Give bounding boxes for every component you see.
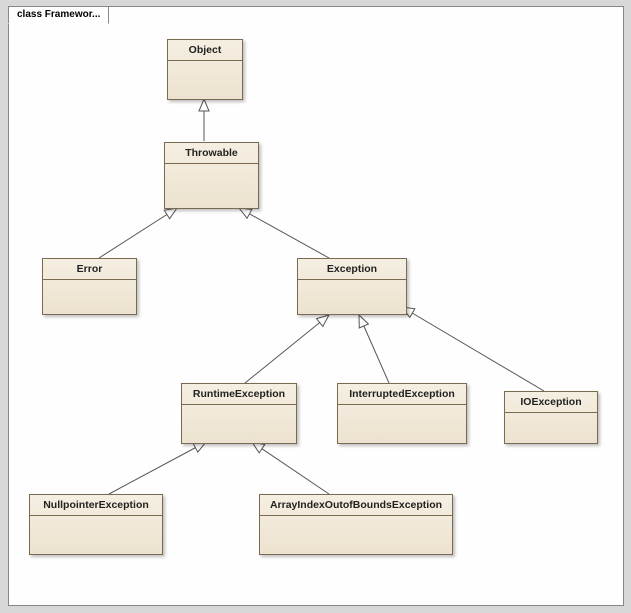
class-ioexception-body xyxy=(505,413,597,443)
class-object: Object xyxy=(167,39,243,100)
class-runtime: RuntimeException xyxy=(181,383,297,444)
class-arrayindex-body xyxy=(260,516,452,554)
class-nullpointer-name: NullpointerException xyxy=(30,495,162,516)
class-runtime-name: RuntimeException xyxy=(182,384,296,405)
class-arrayindex-name: ArrayIndexOutofBoundsException xyxy=(260,495,452,516)
class-object-body xyxy=(168,61,242,99)
class-interrupted-body xyxy=(338,405,466,443)
gen-interrupted-exception xyxy=(359,315,389,383)
diagram-title: class Framewor... xyxy=(17,9,100,20)
gen-arrayindex-runtime xyxy=(252,442,329,494)
class-interrupted: InterruptedException xyxy=(337,383,467,444)
class-object-name: Object xyxy=(168,40,242,61)
class-exception-body xyxy=(298,280,406,314)
class-error: Error xyxy=(42,258,137,315)
gen-error-throwable xyxy=(99,208,177,258)
class-ioexception-name: IOException xyxy=(505,392,597,413)
class-interrupted-name: InterruptedException xyxy=(338,384,466,405)
class-exception: Exception xyxy=(297,258,407,315)
class-error-name: Error xyxy=(43,259,136,280)
class-throwable-body xyxy=(165,164,258,208)
diagram-frame: class Framewor... Object Throwable xyxy=(8,6,624,606)
class-throwable-name: Throwable xyxy=(165,143,258,164)
class-nullpointer: NullpointerException xyxy=(29,494,163,555)
gen-exception-throwable xyxy=(239,208,329,258)
class-throwable: Throwable xyxy=(164,142,259,209)
class-runtime-body xyxy=(182,405,296,443)
class-arrayindex: ArrayIndexOutofBoundsException xyxy=(259,494,453,555)
gen-ioexception-exception xyxy=(402,307,544,391)
diagram-tab: class Framewor... xyxy=(8,6,109,24)
class-error-body xyxy=(43,280,136,314)
class-ioexception: IOException xyxy=(504,391,598,444)
class-nullpointer-body xyxy=(30,516,162,554)
gen-nullpointer-runtime xyxy=(109,442,206,494)
gen-runtime-exception xyxy=(245,315,329,383)
class-exception-name: Exception xyxy=(298,259,406,280)
